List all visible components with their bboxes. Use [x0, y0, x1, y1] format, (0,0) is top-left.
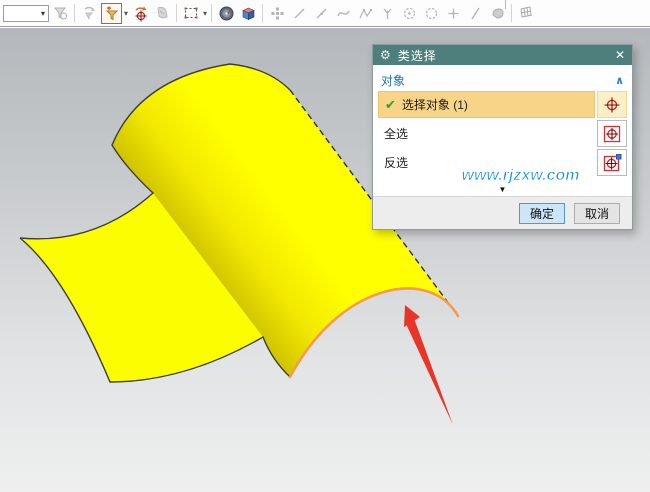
gauge-icon: [218, 5, 235, 22]
filter-plus-icon: [104, 6, 119, 21]
snap-tangent-icon: [468, 6, 483, 21]
select-all-label: 全选: [384, 125, 408, 142]
snap-circle-icon: [424, 6, 439, 21]
invert-selection-button[interactable]: [597, 149, 627, 176]
snap-existing-point-button[interactable]: [267, 3, 287, 23]
marquee-dropdown-icon[interactable]: ▾: [203, 9, 207, 18]
dialog-titlebar[interactable]: ⚙ 类选择 ✕: [373, 45, 632, 65]
snap-center-icon: [402, 6, 417, 21]
snap-point-gray-button[interactable]: [152, 3, 172, 23]
toolbar: ▾ ▾: [0, 0, 650, 27]
check-icon: ✔: [385, 97, 396, 113]
dialog-resize-grip[interactable]: ▼: [373, 186, 632, 194]
orient-view-button[interactable]: [216, 3, 236, 23]
grid-icon: [518, 5, 534, 21]
toolbar-separator: [511, 4, 512, 22]
dialog-footer: 确定 取消: [373, 196, 632, 229]
marquee-rectangle-icon: [183, 5, 199, 21]
snap-grid-point-button[interactable]: [443, 3, 463, 23]
graphics-viewport[interactable]: ⚙ 类选择 ✕ 对象 ∧ ✔ 选择对象 (1): [0, 28, 650, 492]
toolbar-separator: [74, 4, 75, 22]
crosshair-box-invert-icon: [601, 152, 623, 174]
filter-dropdown-icon[interactable]: ▾: [124, 9, 128, 18]
annotation-arrow: [404, 305, 453, 425]
snap-curve-icon: [336, 6, 351, 21]
snap-endpoint-button[interactable]: [289, 3, 309, 23]
selection-filter-button[interactable]: [101, 3, 122, 24]
gear-icon: ⚙: [380, 48, 391, 62]
snap-pole-button[interactable]: [355, 3, 375, 23]
snap-midpoint-icon: [314, 6, 329, 21]
crosshair-box-icon: [601, 123, 623, 145]
close-icon[interactable]: ✕: [615, 48, 625, 62]
snap-intersection-button[interactable]: [377, 3, 397, 23]
toolbar-separator: [211, 4, 212, 22]
filter-gear-icon: [52, 5, 68, 21]
ok-button[interactable]: 确定: [519, 203, 565, 224]
snap-quadrant-button[interactable]: [421, 3, 441, 23]
snap-midpoint-button[interactable]: [311, 3, 331, 23]
class-selection-dialog: ⚙ 类选择 ✕ 对象 ∧ ✔ 选择对象 (1): [372, 44, 633, 230]
window-divider: [505, 0, 506, 9]
box-3d-icon: [240, 5, 257, 22]
snap-endpoint-icon: [292, 6, 307, 21]
dialog-title: 类选择: [398, 47, 615, 64]
row-select-all[interactable]: 全选: [378, 120, 627, 147]
bounding-box-button[interactable]: [238, 3, 258, 23]
chevron-up-icon[interactable]: ∧: [615, 74, 624, 87]
invert-selection-label: 反选: [384, 154, 408, 171]
toolbar-separator: [176, 4, 177, 22]
filter-settings-button[interactable]: [50, 3, 70, 23]
select-objects-label: 选择对象 (1): [402, 96, 468, 113]
snap-face-icon: [490, 6, 505, 21]
app-window: ▾ ▾: [0, 0, 650, 492]
select-objects-picker-button[interactable]: [597, 91, 627, 118]
snap-pole-icon: [358, 6, 373, 21]
select-all-button[interactable]: [597, 120, 627, 147]
grid-display-button[interactable]: [516, 3, 536, 23]
crosshair-icon: [601, 94, 623, 116]
section-label: 对象: [381, 72, 615, 89]
snap-plus-icon: [446, 6, 461, 21]
snap-point-rotate-button[interactable]: [130, 3, 150, 23]
toolbar-separator: [262, 4, 263, 22]
snap-curve-button[interactable]: [333, 3, 353, 23]
cancel-button[interactable]: 取消: [574, 203, 620, 224]
snap-arc-center-button[interactable]: [399, 3, 419, 23]
watermark: www.rjzxw.com: [448, 167, 593, 185]
row-select-objects[interactable]: ✔ 选择对象 (1): [378, 91, 627, 118]
snap-tangent-button[interactable]: [465, 3, 485, 23]
gray-arrow-filter-icon: [81, 5, 97, 21]
selection-scope-combobox[interactable]: ▾: [3, 5, 49, 22]
combobox-dropdown-icon: ▾: [38, 9, 48, 18]
section-header-objects[interactable]: 对象 ∧: [378, 69, 627, 91]
deselect-filter-button[interactable]: [79, 3, 99, 23]
snap-dots-icon: [270, 6, 285, 21]
snap-intersection-icon: [380, 6, 395, 21]
gray-stamp-icon: [154, 5, 170, 21]
rotate-crosshair-icon: [132, 5, 149, 22]
dialog-body: 对象 ∧ ✔ 选择对象 (1): [373, 65, 632, 176]
marquee-select-button[interactable]: [181, 3, 201, 23]
